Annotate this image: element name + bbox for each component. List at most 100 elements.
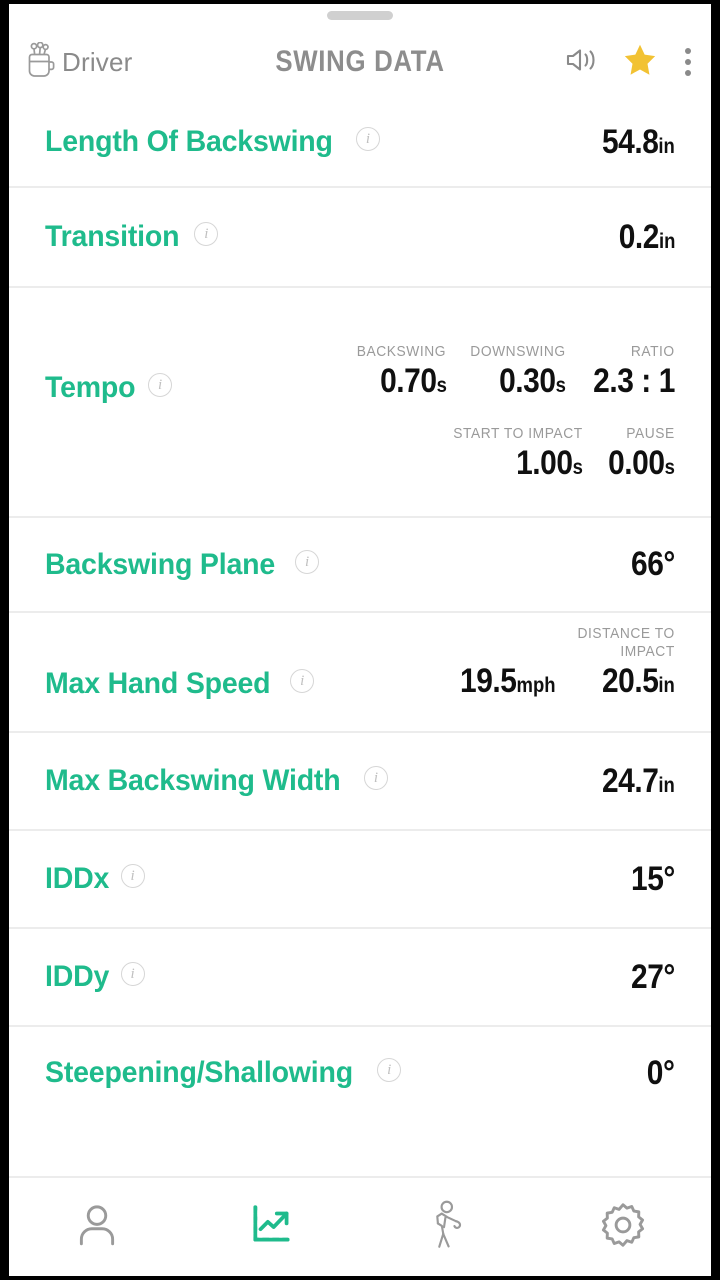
metric-name: Steepening/Shallowing i bbox=[45, 1056, 402, 1090]
metric-name: IDDy i bbox=[45, 960, 145, 994]
metric-values: 19.5mph DISTANCE TO IMPACT 20.5in bbox=[447, 625, 675, 701]
value-number: 15° bbox=[631, 859, 675, 898]
info-icon[interactable]: i bbox=[355, 127, 380, 151]
value-number: 2.3 : 1 bbox=[593, 362, 675, 400]
chart-trending-icon bbox=[247, 1200, 297, 1255]
metric-row-max-backswing-width[interactable]: Max Backswing Width i 24.7in bbox=[9, 733, 711, 831]
person-icon bbox=[72, 1200, 122, 1255]
metric-values: 15° bbox=[625, 860, 675, 899]
value-unit: in bbox=[658, 134, 675, 158]
value-number: 0.30s bbox=[499, 362, 567, 400]
metric-label: IDDx bbox=[45, 862, 110, 895]
app-screen: Driver SWING DATA Length Of Backswing i … bbox=[0, 0, 720, 1280]
metric-values: 24.7in bbox=[592, 762, 675, 801]
metric-row-steepening-shallowing[interactable]: Steepening/Shallowing i 0° bbox=[9, 1027, 711, 1119]
metric-label: Backswing Plane bbox=[45, 547, 276, 581]
value-number: 0.00s bbox=[608, 444, 675, 483]
value-column: 24.7in bbox=[592, 762, 675, 801]
value-unit: in bbox=[658, 673, 675, 697]
club-label: Driver bbox=[62, 46, 133, 77]
value-number: 54.8in bbox=[602, 122, 675, 161]
metric-name: Tempo i bbox=[45, 370, 173, 405]
gear-icon bbox=[598, 1200, 648, 1255]
nav-item-settings[interactable] bbox=[536, 1178, 712, 1276]
metric-name: Length Of Backswing i bbox=[45, 125, 380, 159]
value-unit: s bbox=[555, 374, 567, 397]
info-icon[interactable]: i bbox=[148, 372, 173, 397]
value-header: BACKSWING bbox=[357, 342, 447, 360]
value-column-backswing: BACKSWING 0.70s bbox=[349, 343, 446, 401]
info-icon[interactable]: i bbox=[363, 766, 388, 790]
value-number: 0.70s bbox=[379, 362, 447, 400]
metric-values: BACKSWING 0.70s DOWNSWING 0.30s RATIO 2.… bbox=[349, 343, 675, 484]
app-header: Driver SWING DATA bbox=[9, 26, 711, 98]
metric-name: Backswing Plane i bbox=[45, 547, 320, 582]
info-icon[interactable]: i bbox=[120, 864, 145, 888]
value-header: DOWNSWING bbox=[470, 342, 567, 360]
metric-row-transition[interactable]: Transition i 0.2in bbox=[9, 188, 711, 288]
value-column-speed: 19.5mph bbox=[447, 661, 556, 701]
nav-item-stats[interactable] bbox=[185, 1178, 361, 1276]
info-icon[interactable]: i bbox=[290, 668, 315, 693]
metric-name: Transition i bbox=[45, 220, 219, 254]
value-column-ratio: RATIO 2.3 : 1 bbox=[582, 343, 675, 401]
value-number: 24.7in bbox=[602, 761, 675, 800]
metric-row-tempo[interactable]: Tempo i BACKSWING 0.70s DOWNSWING 0.30s … bbox=[9, 288, 711, 518]
value-header: PAUSE bbox=[626, 425, 675, 442]
value-header: DISTANCE TO IMPACT bbox=[577, 625, 675, 660]
info-icon[interactable]: i bbox=[295, 549, 320, 574]
drag-handle[interactable] bbox=[327, 10, 393, 20]
value-column: 27° bbox=[625, 958, 675, 997]
more-vertical-icon[interactable] bbox=[679, 44, 697, 80]
nav-item-profile[interactable] bbox=[9, 1178, 185, 1276]
value-header: RATIO bbox=[631, 342, 675, 360]
tempo-secondary-group: START TO IMPACT 1.00s PAUSE 0.00s bbox=[442, 425, 675, 483]
metric-values: 54.8in bbox=[592, 123, 675, 162]
value-unit: s bbox=[664, 456, 675, 480]
metric-name: IDDx i bbox=[45, 862, 145, 896]
value-column: 0.2in bbox=[611, 218, 675, 257]
metric-label: IDDy bbox=[45, 960, 110, 993]
golfer-icon bbox=[422, 1199, 474, 1256]
speaker-icon[interactable] bbox=[565, 44, 601, 81]
value-number: 0° bbox=[647, 1053, 675, 1092]
value-column: 15° bbox=[625, 860, 675, 899]
header-actions bbox=[565, 42, 697, 83]
metric-row-iddx[interactable]: IDDx i 15° bbox=[9, 831, 711, 929]
club-selector[interactable]: Driver bbox=[25, 41, 133, 83]
info-icon[interactable]: i bbox=[120, 962, 145, 986]
value-number: 1.00s bbox=[516, 444, 584, 483]
metric-name: Max Hand Speed i bbox=[45, 667, 315, 701]
value-number: 0.2in bbox=[618, 217, 675, 256]
value-unit: in bbox=[658, 229, 675, 253]
metric-name: Max Backswing Width i bbox=[45, 764, 388, 798]
value-unit: in bbox=[658, 773, 675, 797]
value-number: 66° bbox=[631, 545, 675, 583]
metric-row-max-hand-speed[interactable]: Max Hand Speed i 19.5mph DISTANCE TO IMP… bbox=[9, 613, 711, 733]
value-column-distance-to-impact: DISTANCE TO IMPACT 20.5in bbox=[569, 625, 675, 701]
value-unit: s bbox=[572, 456, 584, 480]
star-icon[interactable] bbox=[621, 42, 659, 83]
value-column-downswing: DOWNSWING 0.30s bbox=[462, 343, 566, 401]
tempo-primary-group: BACKSWING 0.70s DOWNSWING 0.30s RATIO 2.… bbox=[349, 343, 675, 401]
value-column-pause: PAUSE 0.00s bbox=[599, 425, 675, 483]
metric-values: 27° bbox=[625, 958, 675, 997]
value-unit: s bbox=[436, 374, 447, 397]
value-header: START TO IMPACT bbox=[453, 425, 584, 442]
metric-values: 66° bbox=[625, 545, 675, 584]
metric-label: Tempo bbox=[45, 370, 136, 404]
value-number: 20.5in bbox=[602, 661, 675, 700]
metric-row-backswing-plane[interactable]: Backswing Plane i 66° bbox=[9, 518, 711, 613]
nav-item-swing[interactable] bbox=[360, 1178, 536, 1276]
value-number: 19.5mph bbox=[459, 661, 556, 700]
value-column: 54.8in bbox=[592, 123, 675, 162]
info-icon[interactable]: i bbox=[377, 1058, 402, 1082]
metric-row-iddy[interactable]: IDDy i 27° bbox=[9, 929, 711, 1027]
info-icon[interactable]: i bbox=[194, 222, 219, 246]
metric-row-length-of-backswing[interactable]: Length Of Backswing i 54.8in bbox=[9, 98, 711, 188]
value-number: 27° bbox=[631, 957, 675, 996]
sheet-drag-handle-area bbox=[9, 4, 711, 26]
bottom-navigation bbox=[9, 1176, 711, 1276]
swing-data-list: Length Of Backswing i 54.8in Transition … bbox=[9, 98, 711, 1176]
value-unit: mph bbox=[516, 673, 556, 697]
